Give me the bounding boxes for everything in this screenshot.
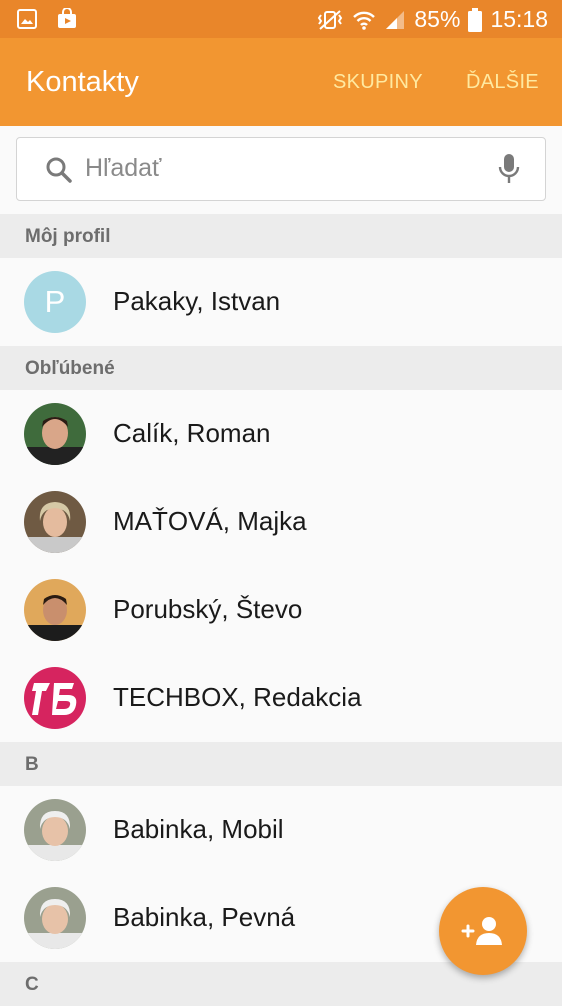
- section-header-profile: Môj profil: [0, 214, 562, 258]
- avatar: [24, 887, 86, 949]
- section-label: B: [25, 754, 39, 775]
- wifi-icon: [353, 11, 376, 30]
- status-time: 15:18: [490, 6, 548, 32]
- section-header-b: B: [0, 742, 562, 786]
- groups-button[interactable]: SKUPINY: [333, 71, 423, 94]
- avatar-initial: P: [44, 284, 66, 319]
- app-bar: Kontakty SKUPINY ĎALŠIE: [0, 38, 562, 126]
- section-label: Môj profil: [25, 226, 111, 247]
- contact-name: Porubský, Števo: [113, 594, 303, 624]
- contact-row[interactable]: Babinka, Mobil: [0, 786, 562, 874]
- battery-icon: [468, 7, 483, 32]
- signal-icon: [386, 10, 405, 29]
- contact-name: Pakaky, Istvan: [113, 286, 281, 316]
- contact-name: Calík, Roman: [113, 418, 271, 448]
- avatar: [24, 403, 86, 465]
- contact-name: Babinka, Mobil: [113, 814, 284, 844]
- add-person-icon: [461, 917, 502, 945]
- vibrate-mute-icon: [318, 9, 343, 30]
- section-label: C: [25, 974, 39, 995]
- avatar: [24, 579, 86, 641]
- contact-row[interactable]: MAŤOVÁ, Majka: [0, 478, 562, 566]
- contact-row[interactable]: TECHBOX, Redakcia: [0, 654, 562, 742]
- avatar: [24, 799, 86, 861]
- status-bar: 85% 15:18: [0, 0, 562, 38]
- add-contact-button[interactable]: [439, 887, 527, 975]
- store-notification-icon: [58, 8, 76, 28]
- contact-row-profile[interactable]: P Pakaky, Istvan: [0, 258, 562, 346]
- battery-percent: 85%: [414, 6, 461, 32]
- contact-row[interactable]: Calík, Roman: [0, 390, 562, 478]
- avatar: P: [24, 271, 86, 333]
- contact-name: MAŤOVÁ, Majka: [113, 506, 307, 536]
- avatar: [24, 491, 86, 553]
- search-input[interactable]: Hľadať: [16, 137, 546, 201]
- more-button[interactable]: ĎALŠIE: [466, 71, 539, 94]
- techbox-logo: [24, 667, 86, 729]
- page-title: Kontakty: [26, 66, 139, 98]
- gallery-notification-icon: [17, 9, 37, 29]
- search-icon: [46, 157, 72, 183]
- contact-row[interactable]: Porubský, Števo: [0, 566, 562, 654]
- search-placeholder: Hľadať: [85, 154, 162, 182]
- section-header-favorites: Obľúbené: [0, 346, 562, 390]
- search-area: Hľadať: [0, 126, 562, 212]
- contact-name: TECHBOX, Redakcia: [113, 682, 362, 712]
- section-label: Obľúbené: [25, 358, 115, 379]
- microphone-icon[interactable]: [497, 152, 521, 186]
- contact-name: Babinka, Pevná: [113, 902, 296, 932]
